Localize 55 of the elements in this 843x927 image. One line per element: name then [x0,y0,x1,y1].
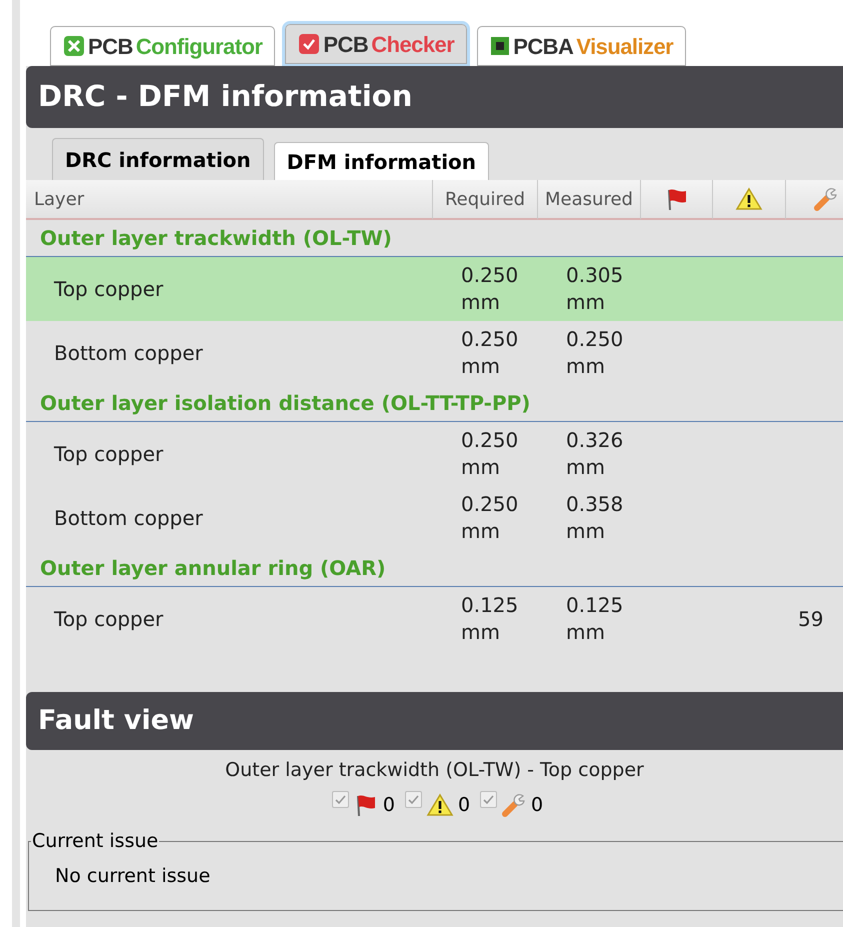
checkbox[interactable] [404,791,422,808]
checkbox[interactable] [332,791,349,808]
table-cell: 0.250 mm [461,428,518,479]
checkmark-icon [298,33,320,55]
table-cell: Bottom copper [54,506,203,530]
chip-icon [490,36,510,56]
product-tab[interactable]: PCBAVisualizer [477,26,686,66]
panel-title: DRC - DFM information [26,66,843,128]
table-cell: Top copper [54,606,164,630]
column-header[interactable] [641,180,713,220]
issue-text: No current issue [55,864,212,888]
column-header[interactable]: Layer [26,180,433,220]
panel-title: Fault view [26,692,843,750]
column-header[interactable] [786,180,843,220]
table-row[interactable]: Top copper 0.125 mm 0.125 mm 59 [26,587,843,651]
group-title: Outer layer isolation distance (OL-TT-TP-PP) [40,390,530,417]
table-cell: 0.125 mm [566,593,624,644]
group-title: Outer layer annular ring (OAR) [40,555,386,582]
fault-subject: Outer layer trackwidth (OL-TW) - Top copper [225,758,644,783]
table-cell: 0.250 mm [461,327,518,378]
table-cell: 0.305 mm [566,263,624,314]
tab[interactable]: DFM information [274,142,490,180]
checkbox[interactable] [480,791,498,808]
table-cell: 0.358 mm [566,492,624,543]
warning-icon [426,792,454,817]
table-cell: 0.250 mm [566,327,624,378]
column-header[interactable]: Required [433,180,538,220]
product-tab[interactable]: PCBChecker [285,24,468,64]
table-cell: Top copper [54,276,164,300]
tab[interactable]: DRC information [52,138,264,180]
fault-count: 0 [382,792,395,818]
table-row[interactable]: Bottom copper 0.250 mm 0.250 mm [26,321,843,385]
table-cell: 0.125 mm [461,593,518,644]
fault-count: 0 [531,792,544,818]
product-tab[interactable]: PCBConfigurator [50,26,276,66]
table-row[interactable]: Bottom copper 0.250 mm 0.358 mm [26,486,843,550]
group-label: Current issue [31,829,160,854]
column-header[interactable] [713,180,786,220]
table-row[interactable]: Top copper 0.250 mm 0.305 mm [26,257,843,321]
group-title: Outer layer trackwidth (OL-TW) [40,225,392,252]
table-cell: 0.250 mm [461,492,518,543]
warning-icon [735,187,763,211]
table-cell: 0.326 mm [566,428,624,479]
checkmark-icon [334,794,346,806]
table-cell: 0.250 mm [461,263,518,314]
wrench-icon [501,792,528,818]
checkmark-icon [408,794,419,806]
table-cell: Bottom copper [54,340,203,364]
checkmark-icon [483,794,494,806]
fault-count: 0 [458,792,470,818]
column-header[interactable]: Measured [538,180,641,220]
wrench-icon [812,186,838,212]
table-row[interactable]: Top copper 0.250 mm 0.326 mm [26,422,843,486]
table-cell: 59 [798,606,824,630]
table-cell: Top copper [54,442,164,466]
